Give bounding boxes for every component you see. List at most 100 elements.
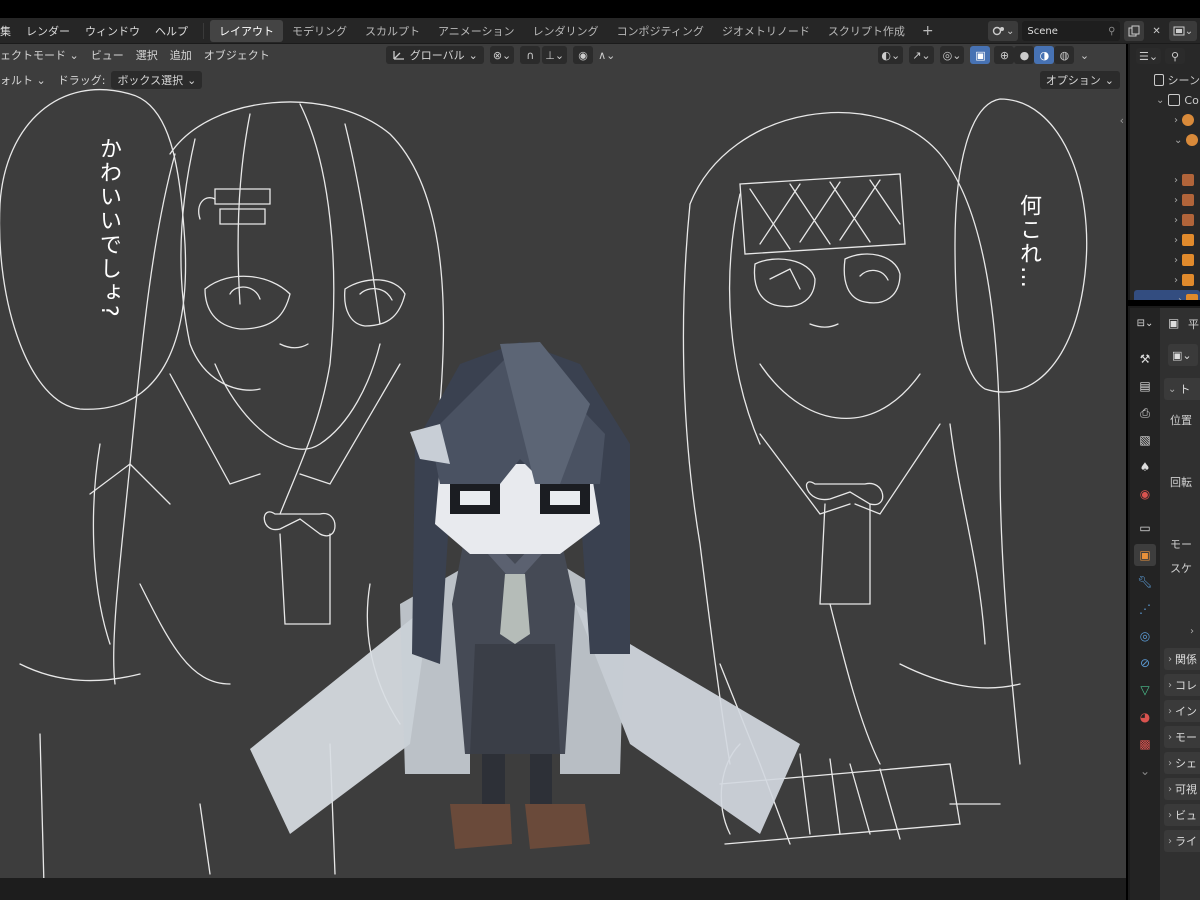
- tab-material[interactable]: ◕: [1134, 706, 1156, 728]
- outliner-row-object[interactable]: ›: [1130, 190, 1200, 210]
- left-collar: [169, 363, 401, 485]
- new-scene-button[interactable]: [1124, 21, 1145, 41]
- delete-scene-button[interactable]: ✕: [1148, 21, 1164, 41]
- tab-physics[interactable]: ◎: [1134, 625, 1156, 647]
- xray-toggle[interactable]: ▣: [970, 46, 991, 64]
- orientation-default[interactable]: ォルト ⌄: [0, 72, 52, 88]
- tab-output[interactable]: ⎙: [1134, 402, 1156, 424]
- mode-selector[interactable]: ェクトモード ⌄: [0, 47, 85, 63]
- overlays-button[interactable]: ◎⌄: [939, 46, 965, 64]
- shading-options[interactable]: ⌄: [1074, 46, 1094, 64]
- panel-collections[interactable]: › コレ: [1164, 674, 1200, 696]
- panel-label: コレ: [1175, 679, 1197, 692]
- scene-type-button[interactable]: ⌄: [988, 21, 1019, 41]
- tab-tool[interactable]: ⚒: [1134, 348, 1156, 370]
- outliner-row-selected[interactable]: ›: [1134, 290, 1200, 300]
- menu-object[interactable]: オブジェクト: [198, 47, 276, 63]
- tab-world[interactable]: ◉: [1134, 483, 1156, 505]
- grease-pencil-sketch: [0, 89, 1088, 878]
- panel-instancing[interactable]: › イン: [1164, 700, 1200, 722]
- tab-geometry-nodes[interactable]: ジオメトリノード: [713, 20, 819, 42]
- snap-toggle[interactable]: ∩: [520, 46, 541, 64]
- pivot-button[interactable]: ⊗⌄: [489, 46, 515, 64]
- panel-transform[interactable]: ⌄ ト: [1164, 378, 1200, 400]
- outliner-row-object[interactable]: ›: [1130, 270, 1200, 290]
- tab-editor-type[interactable]: ⊟⌄: [1134, 312, 1156, 334]
- view-layer-button[interactable]: ⌄: [1168, 21, 1198, 41]
- menu-render[interactable]: レンダー: [20, 23, 79, 39]
- tab-collection[interactable]: ▭: [1134, 517, 1156, 539]
- menu-select[interactable]: 選択: [130, 47, 164, 63]
- 3d-viewport[interactable]: かわいいでしょ? 何これ… ェクトモード ⌄ ビュー 選択 追加 オブジェクト …: [0, 44, 1126, 878]
- shading-rendered[interactable]: ◍: [1054, 46, 1075, 64]
- chevron-down-icon: ⌄: [1184, 25, 1194, 37]
- tab-modeling[interactable]: モデリング: [283, 20, 356, 42]
- shading-wireframe[interactable]: ⊕: [994, 46, 1015, 64]
- tab-particles[interactable]: ⋰: [1134, 598, 1156, 620]
- scale-label: スケ: [1170, 562, 1192, 575]
- tab-data[interactable]: ▽: [1134, 679, 1156, 701]
- outliner-row-object[interactable]: ›: [1130, 110, 1200, 130]
- visibility-button[interactable]: ◐⌄: [878, 46, 904, 64]
- mesh-data-icon: ▽: [1140, 683, 1150, 697]
- tab-constraints[interactable]: ⊘: [1134, 652, 1156, 674]
- tab-object[interactable]: ▣: [1134, 544, 1156, 566]
- menu-edit[interactable]: 集: [0, 23, 20, 39]
- tab-compositing[interactable]: コンポジティング: [608, 20, 713, 42]
- add-workspace-button[interactable]: +: [914, 23, 942, 39]
- pivot-icon: ⊗⌄: [492, 48, 512, 62]
- object-data-selector[interactable]: ▣⌄: [1168, 344, 1198, 366]
- chevron-right-icon[interactable]: ›: [1190, 626, 1194, 637]
- object-name-label: 平: [1188, 318, 1199, 331]
- tab-animation[interactable]: アニメーション: [429, 20, 524, 42]
- tab-scene[interactable]: ♠: [1134, 456, 1156, 478]
- tabs-more[interactable]: ⌄: [1134, 760, 1156, 782]
- menu-window[interactable]: ウィンドウ: [79, 23, 149, 39]
- shading-material[interactable]: ◑: [1034, 46, 1055, 64]
- outliner-row-object[interactable]: ›: [1130, 230, 1200, 250]
- outliner-row-object[interactable]: ›: [1130, 170, 1200, 190]
- panel-viewport-display[interactable]: › ビュ: [1164, 804, 1200, 826]
- snap-target-button[interactable]: ⊥⌄: [542, 46, 568, 64]
- tab-render[interactable]: ▤: [1134, 375, 1156, 397]
- armature-icon: [1182, 114, 1194, 126]
- outliner-row-object[interactable]: ›: [1130, 210, 1200, 230]
- shading-solid[interactable]: ●: [1014, 46, 1035, 64]
- sidebar-toggle-icon[interactable]: ‹: [1120, 114, 1124, 127]
- display-mode-button[interactable]: ☰⌄: [1136, 48, 1162, 64]
- falloff-icon: ∧⌄: [598, 48, 616, 62]
- outliner-row-object[interactable]: ⌄: [1130, 130, 1200, 150]
- outliner-row-object[interactable]: ›: [1130, 250, 1200, 270]
- tab-texture[interactable]: ▩: [1134, 733, 1156, 755]
- falloff-button[interactable]: ∧⌄: [595, 46, 618, 64]
- panel-line-art[interactable]: › ライ: [1164, 830, 1200, 852]
- gizmo-button[interactable]: ↗⌄: [909, 46, 934, 64]
- properties-icon: ⊟⌄: [1136, 317, 1154, 329]
- orientation-selector[interactable]: グローバル ⌄: [385, 46, 484, 64]
- tab-modifiers[interactable]: 🔧︎: [1134, 571, 1156, 593]
- panel-shading[interactable]: › シェ: [1164, 752, 1200, 774]
- tab-layout[interactable]: レイアウト: [210, 19, 283, 42]
- pin-icon[interactable]: ⚲: [1108, 26, 1115, 37]
- outliner-row-scene[interactable]: シーン: [1130, 70, 1200, 90]
- search-button[interactable]: ⚲: [1165, 48, 1186, 64]
- tab-scripting[interactable]: スクリプト作成: [819, 20, 914, 42]
- drag-selector[interactable]: ボックス選択 ⌄: [111, 71, 203, 89]
- panel-motion-paths[interactable]: › モー: [1164, 726, 1200, 748]
- scene-name-field[interactable]: Scene ⚲: [1022, 21, 1121, 41]
- menu-add[interactable]: 追加: [164, 47, 198, 63]
- menu-view[interactable]: ビュー: [85, 47, 130, 63]
- tab-sculpt[interactable]: スカルプト: [356, 20, 429, 42]
- left-hair-outline: [169, 101, 445, 645]
- panel-relations[interactable]: › 関係: [1164, 648, 1200, 670]
- options-button[interactable]: オプション ⌄: [1039, 71, 1120, 89]
- tab-view-layer[interactable]: ▧: [1134, 429, 1156, 451]
- right-collar: [759, 423, 941, 515]
- chevron-right-icon: ›: [1168, 835, 1172, 847]
- rotation-label: 回転: [1170, 476, 1192, 489]
- proportional-edit-toggle[interactable]: ◉: [573, 46, 594, 64]
- panel-visibility[interactable]: › 可視: [1164, 778, 1200, 800]
- menu-help[interactable]: ヘルプ: [149, 23, 197, 39]
- outliner-row-collection[interactable]: ⌄ Co: [1130, 90, 1200, 110]
- tab-rendering[interactable]: レンダリング: [524, 20, 608, 42]
